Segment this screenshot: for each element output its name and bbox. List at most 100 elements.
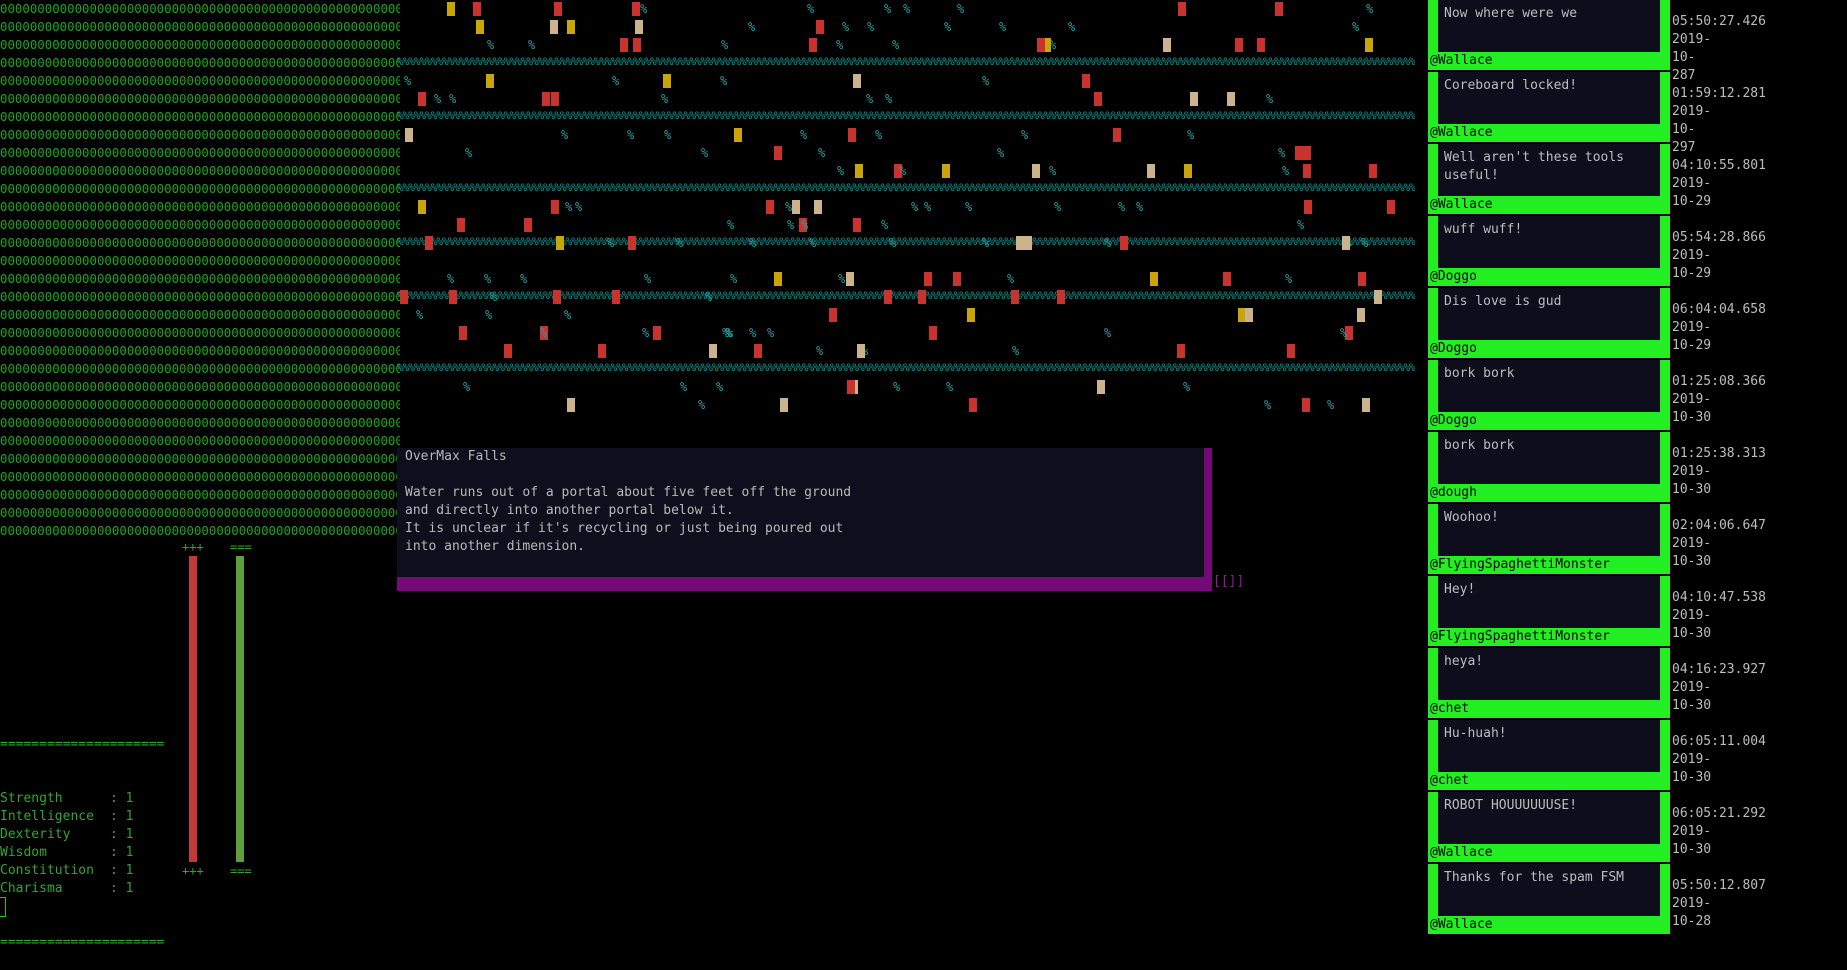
chat-username[interactable]: @FlyingSpaghettiMonster xyxy=(1428,628,1670,646)
description-line: Water runs out of a portal about five fe… xyxy=(405,485,852,500)
chat-username[interactable]: @Wallace xyxy=(1428,916,1670,934)
chat-message-text: wuff wuff! xyxy=(1428,216,1670,271)
map-object xyxy=(486,74,494,88)
map-floor-tile: % xyxy=(809,236,817,250)
chat-date: 2019-10-297 xyxy=(1672,104,1712,155)
map-object xyxy=(829,308,837,322)
chat-message-text: Woohoo! xyxy=(1428,504,1670,559)
map-object xyxy=(1304,200,1312,214)
map-floor-tile: % xyxy=(787,218,795,232)
chat-username[interactable]: @Doggo xyxy=(1428,340,1670,358)
map-object xyxy=(542,92,550,106)
map-floor-tile: % xyxy=(836,38,844,52)
map-floor-tile: % xyxy=(997,146,1005,160)
chat-username[interactable]: @Doggo xyxy=(1428,268,1670,286)
map-floor-tile: % xyxy=(1187,128,1195,142)
map-floor-tile: % xyxy=(1021,128,1029,142)
map-floor-tile: % xyxy=(944,20,952,34)
chat-message-text: bork bork xyxy=(1428,360,1670,415)
terrain-row: 0000000000000000000000000000000000000000… xyxy=(0,505,400,520)
chat-message-text: Thanks for the spam FSM xyxy=(1428,864,1670,919)
map-object xyxy=(855,164,863,178)
map-floor-tile: % xyxy=(463,380,471,394)
terrain-row: 0000000000000000000000000000000000000000… xyxy=(0,523,400,538)
map-floor-tile: % xyxy=(1136,200,1144,214)
map-floor-tile: % xyxy=(999,20,1007,34)
popup-resize-handle[interactable]: [[]] xyxy=(1213,574,1244,589)
map-object xyxy=(1358,272,1366,286)
map-object xyxy=(1011,290,1019,304)
terrain-row: 0000000000000000000000000000000000000000… xyxy=(0,55,400,70)
chat-username[interactable]: @chet xyxy=(1428,772,1670,790)
map-object xyxy=(554,2,562,16)
map-object xyxy=(1302,398,1310,412)
map-object xyxy=(1227,92,1235,106)
chat-message: heya! @chet 04:16:23.927 2019-10-30 xyxy=(1428,648,1766,720)
map-object xyxy=(425,236,433,250)
chat-username[interactable]: @Wallace xyxy=(1428,844,1670,862)
map-object xyxy=(400,290,408,304)
map-floor-tile: % xyxy=(965,200,973,214)
terrain-row: 0000000000000000000000000000000000000000… xyxy=(0,199,400,214)
map-object xyxy=(1057,290,1065,304)
terrain-row: 0000000000000000000000000000000000000000… xyxy=(0,127,400,142)
terrain-row: 0000000000000000000000000000000000000000… xyxy=(0,1,400,16)
chat-time: 02:04:06.647 xyxy=(1672,518,1766,533)
map-object xyxy=(1365,38,1373,52)
map-object xyxy=(1184,164,1192,178)
chat-date: 2019-10-30 xyxy=(1672,608,1712,641)
chat-username[interactable]: @chet xyxy=(1428,700,1670,718)
chat-username[interactable]: @Wallace xyxy=(1428,196,1670,214)
stat-value: 1 xyxy=(125,881,134,896)
map-floor-tile: % xyxy=(842,20,850,34)
terrain-row: 0000000000000000000000000000000000000000… xyxy=(0,37,400,52)
stat-separator: : xyxy=(110,791,126,806)
stat-row: Charisma: 1 xyxy=(0,880,164,898)
map-object xyxy=(848,128,856,142)
health-bar-bottom-label: +++ xyxy=(182,864,204,878)
terrain-row: 0000000000000000000000000000000000000000… xyxy=(0,325,400,340)
chat-message-text: ROBOT HOUUUUUUSE! xyxy=(1428,792,1670,847)
location-popup: OverMax Falls Water runs out of a portal… xyxy=(397,448,1212,591)
map-floor-tile: % xyxy=(837,164,845,178)
map-floor-tile: % xyxy=(520,272,528,286)
map-floor-tile: % xyxy=(701,146,709,160)
stats-divider-bottom: ===================== xyxy=(0,935,165,950)
chat-date: 2019-10-29 xyxy=(1672,176,1712,209)
map-object xyxy=(1374,290,1382,304)
chat-username[interactable]: @Wallace xyxy=(1428,124,1670,142)
chat-message-text: heya! xyxy=(1428,648,1670,703)
map-floor-tile: % xyxy=(1104,236,1112,250)
map-object xyxy=(969,398,977,412)
map-object xyxy=(1163,38,1171,52)
chat-time: 04:10:47.538 xyxy=(1672,590,1766,605)
terrain-row: 0000000000000000000000000000000000000000… xyxy=(0,163,400,178)
map-object xyxy=(924,272,932,286)
map-floor-tile: % xyxy=(885,92,893,106)
terrain-row: 0000000000000000000000000000000000000000… xyxy=(0,289,400,304)
chat-message: Coreboard locked! @Wallace 01:59:12.281 201… xyxy=(1428,72,1766,155)
map-object xyxy=(1082,74,1090,88)
map-object xyxy=(524,218,532,232)
dungeon-map[interactable]: %%%%%%%%%%%%%%%%%%%%%%%%%%%%%%%%%%%%%%%%… xyxy=(397,0,1415,418)
map-object xyxy=(1357,308,1365,322)
chat-username[interactable]: @FlyingSpaghettiMonster xyxy=(1428,556,1670,574)
map-floor-tile: % xyxy=(1266,92,1274,106)
chat-time: 06:05:21.292 xyxy=(1672,806,1766,821)
map-floor-tile: % xyxy=(889,236,897,250)
chat-time: 05:50:12.807 xyxy=(1672,878,1766,893)
terrain-row: 0000000000000000000000000000000000000000… xyxy=(0,307,400,322)
map-floor-tile: % xyxy=(449,92,457,106)
map-object xyxy=(653,326,661,340)
terrain-row: 0000000000000000000000000000000000000000… xyxy=(0,109,400,124)
chat-username[interactable]: @Doggo xyxy=(1428,412,1670,430)
chat-username[interactable]: @Wallace xyxy=(1428,52,1670,70)
map-floor-tile: % xyxy=(1361,236,1369,250)
location-description: Water runs out of a portal about five fe… xyxy=(405,484,851,556)
chat-username[interactable]: @dough xyxy=(1428,484,1670,502)
map-object xyxy=(846,272,854,286)
map-object xyxy=(556,236,564,250)
command-cursor[interactable] xyxy=(0,897,6,917)
stat-name: Charisma xyxy=(0,881,63,896)
stat-row: Intelligence: 1 xyxy=(0,808,164,826)
